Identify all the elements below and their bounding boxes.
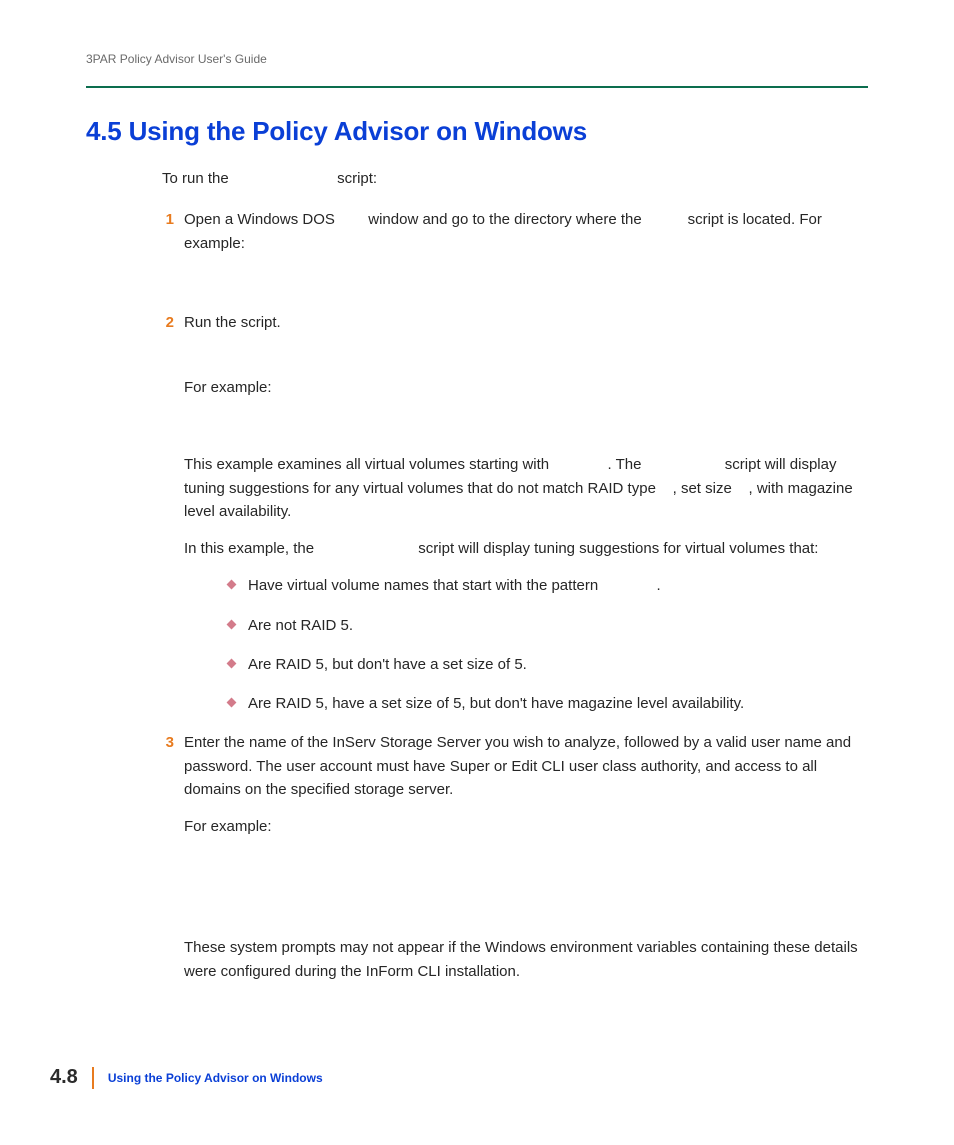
step-2: 2 Run the script. For example: This exam… — [162, 311, 868, 716]
intro-post: script: — [337, 170, 377, 187]
s2-p3b: . The — [608, 456, 646, 473]
s1-blank1 — [339, 211, 364, 228]
step-number: 2 — [156, 311, 174, 334]
gap — [184, 413, 868, 453]
s1-mid: window and go to the directory where the — [368, 211, 646, 228]
step-3: 3 Enter the name of the InServ Storage S… — [162, 731, 868, 983]
footer-section-title: Using the Policy Advisor on Windows — [108, 1071, 323, 1085]
b1-blank — [602, 577, 652, 594]
gap — [184, 269, 868, 297]
intro-blank — [233, 170, 333, 187]
bullet-list: Have virtual volume names that start wit… — [228, 574, 868, 715]
ordered-steps: 1 Open a Windows DOS window and go to th… — [162, 208, 868, 983]
s2-blank3 — [660, 480, 668, 497]
b1a: Have virtual volume names that start wit… — [248, 577, 602, 594]
intro-paragraph: To run the script: — [162, 167, 868, 190]
page-number: 4.8 — [50, 1066, 92, 1089]
page-footer: 4.8 Using the Policy Advisor on Windows — [50, 1066, 323, 1089]
body-content: To run the script: 1 Open a Windows DOS … — [162, 167, 868, 983]
running-header: 3PAR Policy Advisor User's Guide — [86, 52, 874, 66]
s2-blank5 — [318, 540, 414, 557]
s2-blank1 — [553, 456, 603, 473]
s3-p1: Enter the name of the InServ Storage Ser… — [184, 731, 868, 801]
s2-p4b: script will display tuning suggestions f… — [418, 540, 818, 557]
s1-pre: Open a Windows DOS — [184, 211, 339, 228]
s2-p3: This example examines all virtual volume… — [184, 453, 868, 523]
list-item: Are not RAID 5. — [228, 614, 868, 637]
step-number: 1 — [156, 208, 174, 231]
horizontal-rule — [86, 86, 868, 88]
s2-p4a: In this example, the — [184, 540, 318, 557]
intro-pre: To run the — [162, 170, 233, 187]
document-page: 3PAR Policy Advisor User's Guide 4.5 Usi… — [0, 0, 954, 1145]
section-heading: 4.5 Using the Policy Advisor on Windows — [86, 116, 874, 147]
s1-blank2 — [646, 211, 684, 228]
s2-p4: In this example, the script will display… — [184, 537, 868, 560]
s2-p3a: This example examines all virtual volume… — [184, 456, 553, 473]
s2-line1: Run the script. — [184, 311, 868, 334]
s2-p3d: , set size — [673, 480, 736, 497]
step-number: 3 — [156, 731, 174, 754]
s3-p3: These system prompts may not appear if t… — [184, 936, 868, 983]
gap — [184, 348, 868, 376]
b1b: . — [657, 577, 661, 594]
s2-blank4 — [736, 480, 744, 497]
s2-line2: For example: — [184, 376, 868, 399]
step-1-text: Open a Windows DOS window and go to the … — [184, 208, 868, 255]
gap — [184, 896, 868, 936]
step-1: 1 Open a Windows DOS window and go to th… — [162, 208, 868, 297]
s3-p2: For example: — [184, 815, 868, 838]
list-item: Are RAID 5, but don't have a set size of… — [228, 653, 868, 676]
s2-blank2 — [646, 456, 721, 473]
list-item: Are RAID 5, have a set size of 5, but do… — [228, 692, 868, 715]
list-item: Have virtual volume names that start wit… — [228, 574, 868, 597]
footer-divider — [92, 1067, 94, 1089]
gap — [184, 852, 868, 896]
